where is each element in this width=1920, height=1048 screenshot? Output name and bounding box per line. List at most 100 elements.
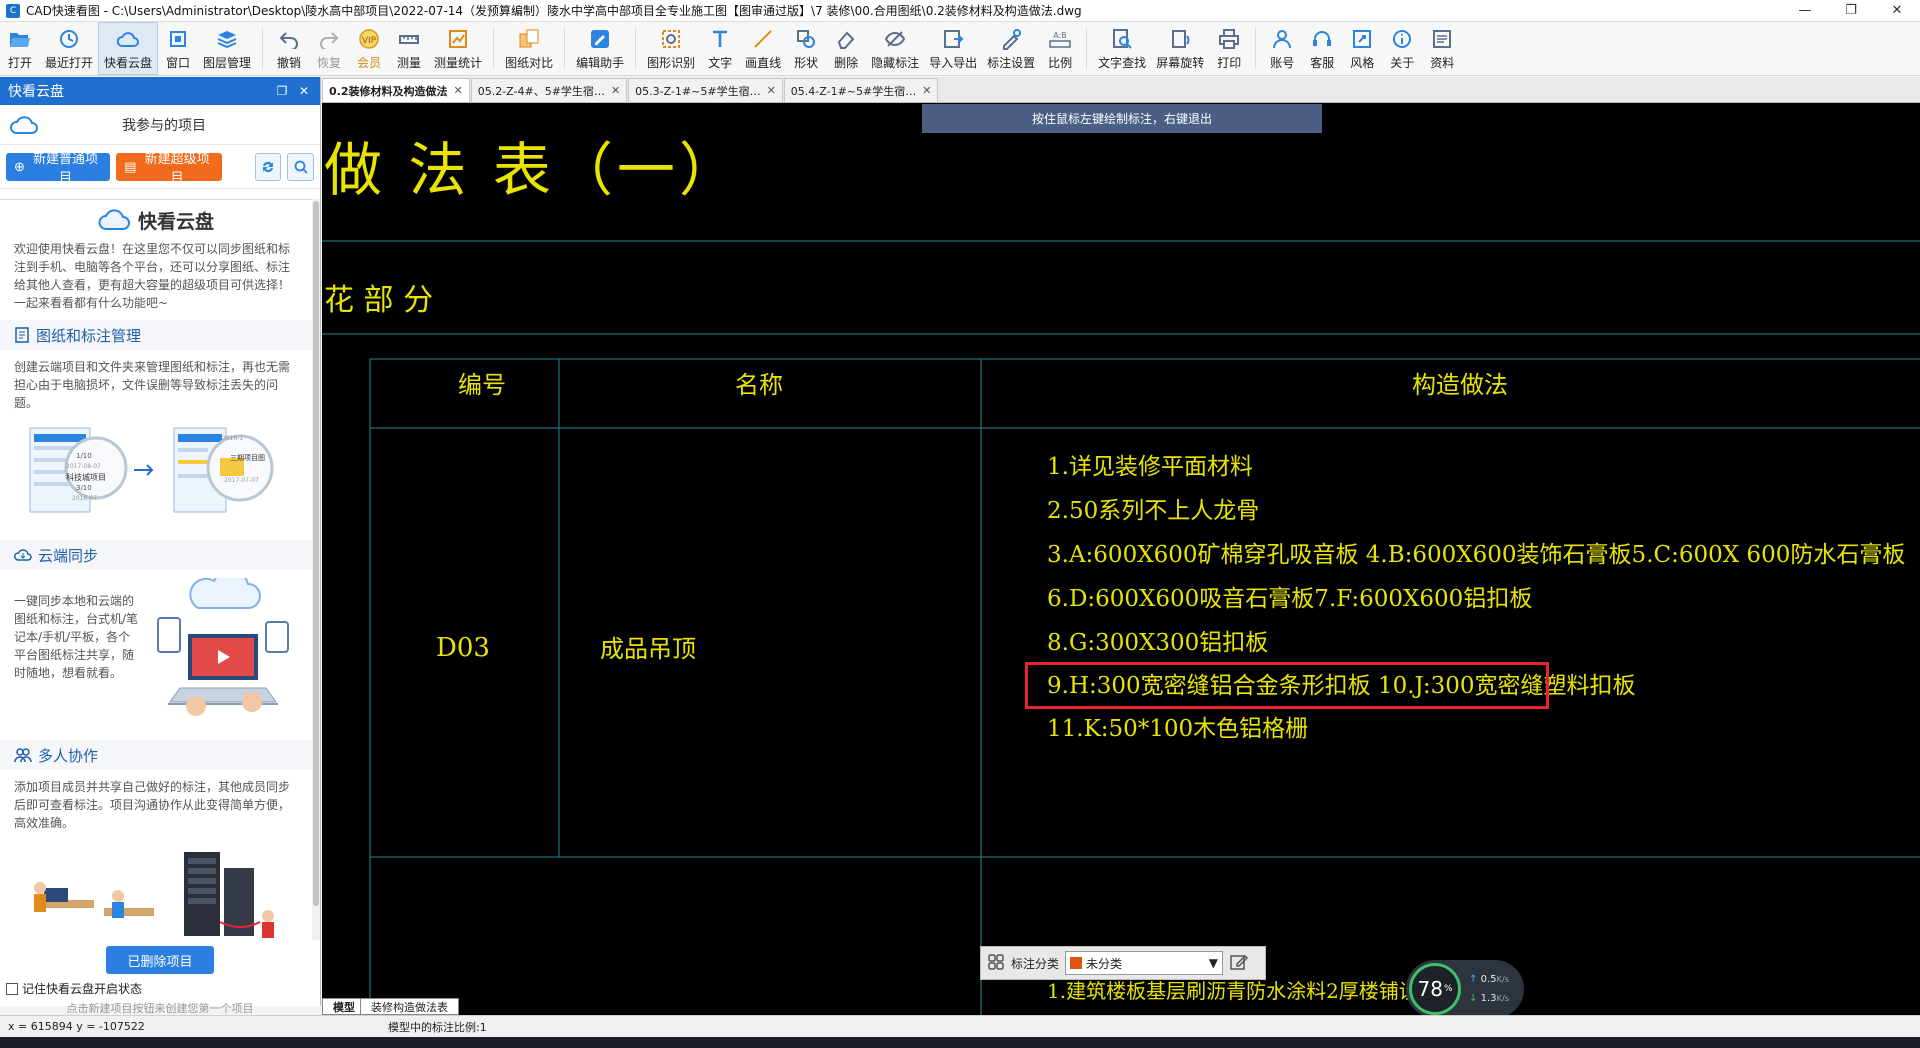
method-item: 1.详见装修平面材料	[1047, 454, 1253, 480]
import-export-button[interactable]: 导入导出	[924, 22, 982, 75]
close-icon[interactable]: ✕	[922, 84, 931, 97]
toolbar-separator	[564, 28, 566, 69]
text-icon	[708, 27, 732, 51]
edit-helper-button[interactable]: 编辑助手	[571, 22, 629, 75]
scale-icon: A:B	[1048, 27, 1072, 51]
history-icon	[57, 27, 81, 51]
section-cloud-sync: 云端同步 一键同步本地和云端的图纸和标注，台式机/笔记本/手机/平板，各个平台图…	[0, 540, 312, 732]
resources-button[interactable]: 资料	[1422, 22, 1462, 75]
close-icon[interactable]: ✕	[296, 84, 312, 98]
vip-button[interactable]: VIP 会员	[349, 22, 389, 75]
download-arrow-icon: ↓	[1469, 993, 1478, 1004]
network-speed-widget[interactable]: 78% ↑ 0.5K/s ↓ 1.3K/s	[1406, 960, 1524, 1018]
new-normal-project-button[interactable]: ⊕ 新建普通项目	[6, 151, 111, 185]
close-icon[interactable]: ✕	[454, 84, 463, 97]
restore-icon[interactable]: ❐	[274, 84, 290, 98]
shape-button[interactable]: 形状	[786, 22, 826, 75]
checkbox-box[interactable]	[6, 982, 18, 995]
drawing-canvas[interactable]: 做 法 表（一） 花 部 分 编号 名称 构造做法 D03 成品吊顶 1.详见装…	[322, 103, 1920, 1015]
svg-text:VIP: VIP	[362, 36, 377, 46]
maximize-button[interactable]: ❐	[1828, 0, 1874, 22]
hide-annotation-button[interactable]: 隐藏标注	[866, 22, 924, 75]
annotation-settings-button[interactable]: 标注设置	[982, 22, 1040, 75]
tab-layout[interactable]: 装修构造做法表	[360, 998, 459, 1015]
vip-icon: VIP	[357, 27, 381, 51]
grid-icon[interactable]	[987, 953, 1005, 974]
document-tab-bar: 0.2装修材料及构造做法 ✕ 05.2-Z-4#、5#学生宿… ✕ 05.3-Z-1…	[322, 77, 1920, 103]
text-search-button[interactable]: 文字查找	[1093, 22, 1151, 75]
shape-recognition-button[interactable]: 图形识别	[642, 22, 700, 75]
redo-button[interactable]: 恢复	[309, 22, 349, 75]
tab-document-2[interactable]: 05.2-Z-4#、5#学生宿… ✕	[470, 78, 628, 102]
customer-service-button[interactable]: 客服	[1302, 22, 1342, 75]
info-icon	[1390, 27, 1414, 51]
status-bar: x = 615894 y = -107522 模型中的标注比例:1	[0, 1015, 1920, 1037]
project-selector[interactable]: 我参与的项目	[0, 105, 320, 145]
sync-illustration	[148, 569, 298, 728]
sync-button[interactable]	[254, 152, 282, 181]
tab-document-4[interactable]: 05.4-Z-1#~5#学生宿… ✕	[783, 78, 939, 102]
measure-stats-button[interactable]: 测量统计	[429, 22, 487, 75]
cloud-intro-content: 快看云盘 欢迎使用快看云盘！在这里您不仅可以同步图纸和标注到手机、电脑等各个平台…	[0, 199, 312, 940]
window-title: CAD快速看图 - C:\Users\Administrator\Desktop…	[26, 4, 1082, 18]
layer-manager-button[interactable]: 图层管理	[198, 22, 256, 75]
deleted-projects-button[interactable]: 已删除项目	[106, 946, 214, 974]
compare-button[interactable]: 图纸对比	[500, 22, 558, 75]
row-code: D03	[436, 633, 490, 663]
close-button[interactable]: ✕	[1874, 0, 1920, 22]
category-select[interactable]: 未分类 ▼	[1065, 951, 1224, 975]
printer-icon	[1217, 27, 1241, 51]
new-super-project-button[interactable]: ▤ 新建超级项目	[116, 151, 222, 185]
about-button[interactable]: 关于	[1382, 22, 1422, 75]
toolbar-separator	[262, 28, 264, 69]
window-button[interactable]: 窗口	[158, 22, 198, 75]
illus-text: 3/10	[76, 484, 92, 492]
close-icon[interactable]: ✕	[767, 84, 776, 97]
illus-text: 1/10	[76, 452, 92, 460]
print-button[interactable]: 打印	[1209, 22, 1249, 75]
delete-button[interactable]: 删除	[826, 22, 866, 75]
text-button[interactable]: 文字	[700, 22, 740, 75]
cloud-icon	[0, 114, 48, 136]
close-icon[interactable]: ✕	[611, 84, 620, 97]
shape-recognition-icon	[659, 27, 683, 51]
toolbar-separator	[493, 28, 495, 69]
undo-icon	[277, 27, 301, 51]
account-button[interactable]: 账号	[1262, 22, 1302, 75]
method-item: 8.G:300X300铝扣板	[1047, 630, 1269, 656]
scrollbar-thumb[interactable]	[313, 201, 319, 906]
style-button[interactable]: 风格	[1342, 22, 1382, 75]
illus-text: 2017-07-07	[224, 477, 259, 484]
layers-icon	[215, 27, 239, 51]
screen-rotate-button[interactable]: 屏幕旋转	[1151, 22, 1209, 75]
measure-button[interactable]: 测量	[389, 22, 429, 75]
open-button[interactable]: 打开	[0, 22, 40, 75]
edit-icon[interactable]	[1229, 952, 1249, 975]
search-button[interactable]	[287, 152, 315, 181]
section-header: 多人协作	[0, 740, 312, 770]
recent-button[interactable]: 最近打开	[40, 22, 98, 75]
tab-document-3[interactable]: 05.3-Z-1#~5#学生宿… ✕	[628, 78, 783, 102]
layout-tab-bar: 模型 装修构造做法表	[322, 997, 459, 1015]
annotation-category-bar: 标注分类 未分类 ▼	[980, 946, 1266, 980]
import-export-icon	[941, 27, 965, 51]
scale-button[interactable]: A:B 比例	[1040, 22, 1080, 75]
panel-header: 快看云盘 ❐ ✕	[0, 77, 320, 105]
line-icon	[751, 27, 775, 51]
style-icon	[1350, 27, 1374, 51]
cloud-disk-button[interactable]: 快看云盘	[98, 22, 159, 75]
annotation-highlight-rectangle[interactable]	[1025, 662, 1549, 709]
remember-state-checkbox[interactable]: 记住快看云盘开启状态	[6, 980, 142, 997]
shape-icon	[794, 27, 818, 51]
annotation-settings-icon	[999, 27, 1023, 51]
undo-button[interactable]: 撤销	[269, 22, 309, 75]
minimize-button[interactable]: —	[1782, 0, 1828, 22]
panel-scrollbar[interactable]	[312, 199, 320, 940]
section-body: 创建云端项目和文件夹来管理图纸和标注，再也无需担心由于电脑损坏，文件误删等导致标…	[0, 350, 312, 532]
search-text-icon	[1110, 27, 1134, 51]
column-header-name: 名称	[735, 371, 783, 399]
section-header: 云端同步	[0, 540, 312, 570]
tab-document-1[interactable]: 0.2装修材料及构造做法 ✕	[322, 78, 470, 102]
speed-rates: ↑ 0.5K/s ↓ 1.3K/s	[1469, 974, 1510, 1004]
draw-line-button[interactable]: 画直线	[740, 22, 786, 75]
